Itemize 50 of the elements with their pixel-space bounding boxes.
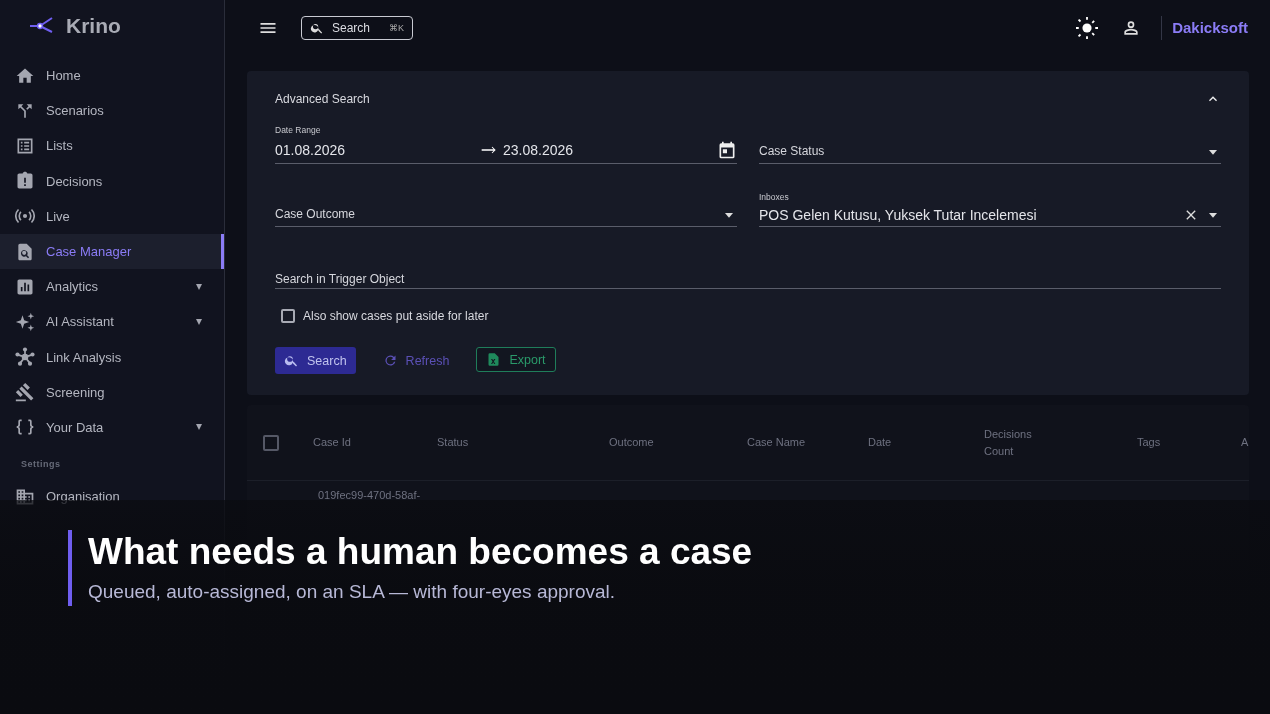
search-button[interactable]: Search ⌘K: [301, 16, 413, 40]
search-icon: [284, 353, 299, 368]
sun-icon: [1076, 17, 1099, 39]
column-header[interactable]: Outcome: [609, 434, 669, 451]
calendar-icon: [717, 140, 737, 160]
export-button[interactable]: Export: [476, 347, 556, 372]
clipboard-alert-icon: [15, 171, 35, 192]
column-header[interactable]: Tags: [1137, 434, 1197, 451]
section-heading: Settings: [20, 458, 62, 472]
sidebar-item[interactable]: Your Data: [0, 409, 224, 446]
spreadsheet-icon: [486, 352, 502, 367]
sidebar-item[interactable]: Screening: [0, 374, 224, 410]
checkbox[interactable]: [263, 434, 279, 451]
column-header[interactable]: Status: [437, 434, 497, 451]
document-search-icon: [15, 241, 35, 262]
sidebar-item[interactable]: Link Analysis: [0, 339, 224, 375]
checkbox[interactable]: [281, 309, 295, 323]
table-cell: 019fec99-470d-58af-: [318, 489, 421, 501]
column-header[interactable]: Decisions Count: [984, 425, 1044, 460]
checkbox-label: Also show cases put aside for later: [303, 309, 489, 323]
panel-title: Advanced Search: [275, 92, 370, 106]
network-icon: [15, 347, 35, 368]
column-header[interactable]: A: [1241, 434, 1270, 451]
braces-icon: [15, 417, 35, 438]
case-status-select[interactable]: Case Status: [759, 123, 1221, 164]
theme-button[interactable]: [1076, 17, 1099, 39]
sidebar-item[interactable]: Case Manager: [0, 233, 224, 270]
gavel-icon: [15, 382, 35, 403]
case-outcome-select[interactable]: Case Outcome: [275, 186, 737, 227]
trigger-object-field[interactable]: Search in Trigger Object: [275, 249, 1221, 289]
date-range-field[interactable]: Date Range 01.08.2026 23.08.2026: [275, 123, 737, 164]
caption-subtitle: Queued, auto-assigned, on an SLA — with four-eyes approval.: [88, 580, 617, 604]
caption-title: What needs a human becomes a case: [88, 530, 753, 574]
search-icon: [310, 21, 324, 35]
sidebar-item[interactable]: Scenarios: [0, 93, 224, 129]
organization-name[interactable]: Dakicksoft: [1161, 16, 1248, 40]
column-header[interactable]: Date: [868, 434, 928, 451]
sidebar-item[interactable]: AI Assistant: [0, 304, 224, 340]
inboxes-select[interactable]: Inboxes POS Gelen Kutusu, Yuksek Tutar Incelemesi: [759, 186, 1221, 227]
sidebar-item[interactable]: Live: [0, 198, 224, 234]
sidebar-item[interactable]: Analytics: [0, 269, 224, 305]
column-header[interactable]: Case Name: [747, 434, 807, 451]
shortcut-hint: ⌘K: [389, 23, 404, 33]
sparkle-icon: [15, 311, 35, 332]
sidebar-item[interactable]: Decisions: [0, 163, 224, 199]
app-logo: Krino: [66, 14, 121, 38]
sidebar-item[interactable]: Home: [0, 58, 224, 94]
search-button[interactable]: Search: [275, 347, 356, 374]
column-header[interactable]: Case Id: [313, 434, 373, 451]
sidebar-item[interactable]: Lists: [0, 128, 224, 164]
